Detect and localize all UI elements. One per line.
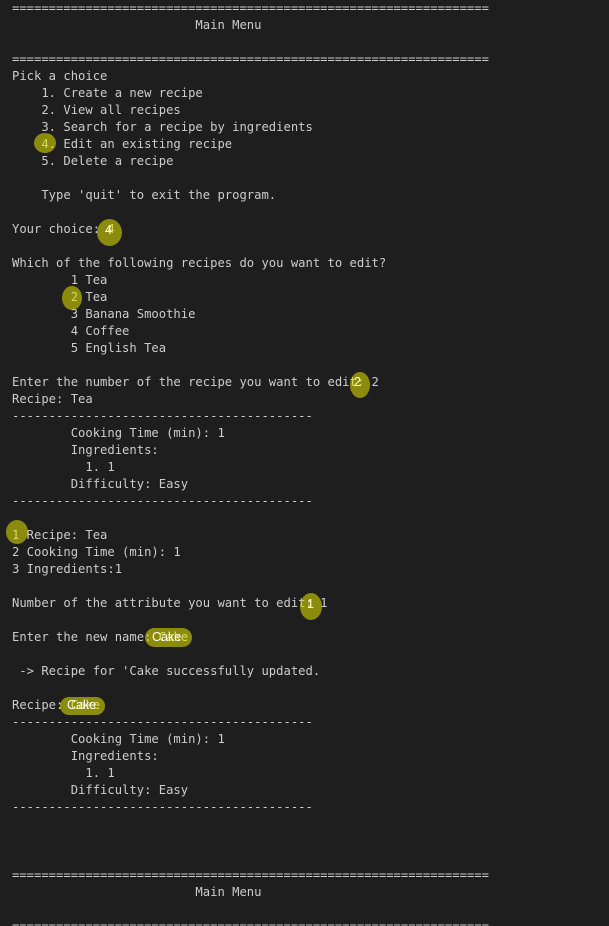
terminal-line: Ingredients: xyxy=(12,443,159,457)
terminal-line: 4. Edit an existing recipe xyxy=(12,137,233,151)
terminal-line: 5 English Tea xyxy=(12,341,167,355)
choice-value: 4 xyxy=(105,223,112,237)
terminal-line: Pick a choice xyxy=(12,69,108,83)
terminal-line: 1. 1 xyxy=(12,766,115,780)
terminal-line: Main Menu xyxy=(12,885,262,899)
terminal-line: 3. Search for a recipe by ingredients xyxy=(12,120,313,134)
terminal-output: ========================================… xyxy=(12,0,602,926)
updated-name-value: Cake xyxy=(67,698,97,712)
new-name-value: Cake xyxy=(152,630,182,644)
terminal-line: Difficulty: Easy xyxy=(12,477,189,491)
terminal-line: 2. View all recipes xyxy=(12,103,181,117)
terminal-line: Enter the number of the recipe you want … xyxy=(12,375,379,389)
terminal-line: Difficulty: Easy xyxy=(12,783,189,797)
terminal-line: ========================================… xyxy=(12,52,489,66)
terminal-line: 2 Cooking Time (min): 1 xyxy=(12,545,181,559)
terminal-line: Number of the attribute you want to edit… xyxy=(12,596,328,610)
terminal-line: 2 Tea xyxy=(12,290,108,304)
terminal-line: ----------------------------------------… xyxy=(12,715,313,729)
terminal-line: ----------------------------------------… xyxy=(12,800,313,814)
terminal-line: ========================================… xyxy=(12,868,489,882)
terminal-line: 3 Banana Smoothie xyxy=(12,307,196,321)
terminal-line: Cooking Time (min): 1 xyxy=(12,426,225,440)
terminal-line: -> Recipe for 'Cake successfully updated… xyxy=(12,664,321,678)
terminal-line: 1 Recipe: Tea xyxy=(12,528,108,542)
terminal-line: Recipe: Tea xyxy=(12,392,93,406)
terminal-line: Cooking Time (min): 1 xyxy=(12,732,225,746)
terminal-line: ========================================… xyxy=(12,1,489,15)
terminal-line: 1. Create a new recipe xyxy=(12,86,203,100)
terminal-line: 1 Tea xyxy=(12,273,108,287)
terminal-line: ----------------------------------------… xyxy=(12,409,313,423)
terminal-line: Your choice: 4 xyxy=(12,222,115,236)
attribute-number-value: 1 xyxy=(307,597,314,611)
recipe-number-value: 2 xyxy=(354,375,361,389)
terminal-line: Main Menu xyxy=(12,18,262,32)
terminal-line: Which of the following recipes do you wa… xyxy=(12,256,387,270)
terminal-line: ----------------------------------------… xyxy=(12,494,313,508)
terminal-line: Ingredients: xyxy=(12,749,159,763)
terminal-line: ========================================… xyxy=(12,919,489,926)
terminal-line: Type 'quit' to exit the program. xyxy=(12,188,277,202)
terminal-line: 1. 1 xyxy=(12,460,115,474)
terminal-line: 4 Coffee xyxy=(12,324,130,338)
terminal-line: 3 Ingredients:1 xyxy=(12,562,123,576)
terminal-line: 5. Delete a recipe xyxy=(12,154,174,168)
